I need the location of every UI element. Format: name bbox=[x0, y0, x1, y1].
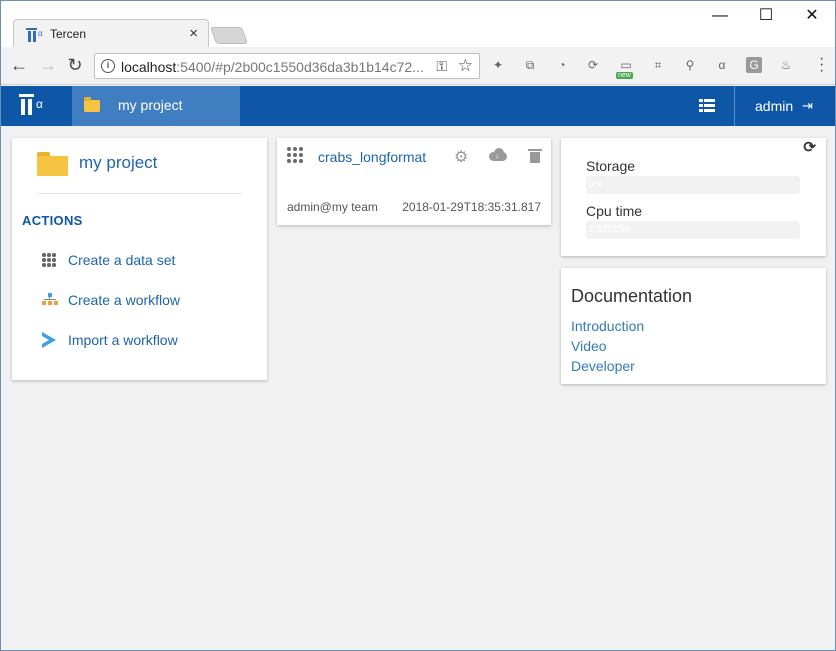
create-workflow-action[interactable]: Create a workflow bbox=[40, 289, 240, 311]
browser-menu-icon[interactable]: · · · bbox=[819, 51, 825, 79]
dataset-date: 2018-01-29T18:35:31.817 bbox=[402, 200, 541, 214]
project-card: my project ACTIONS Create a data set Cre… bbox=[12, 138, 267, 380]
reload-icon[interactable]: ↻ bbox=[65, 55, 85, 76]
sync-extension-icon[interactable]: ⟳ bbox=[585, 57, 601, 73]
logout-icon[interactable]: ⇥ bbox=[802, 98, 813, 114]
close-window-button[interactable]: ✕ bbox=[789, 3, 835, 29]
usage-card: ⟳ Storage 0% Cpu time 1.32015e- bbox=[561, 138, 826, 256]
browser-window: α Tercen × — ☐ ✕ ← → ↻ i localhost:5400/… bbox=[0, 0, 836, 651]
cloud-download-icon[interactable]: ↓ bbox=[489, 148, 507, 161]
tercen-favicon-icon: α bbox=[26, 28, 43, 42]
screenshot-extension-icon[interactable]: ▭ bbox=[618, 57, 634, 73]
dataset-owner: admin@my team bbox=[287, 200, 378, 214]
documentation-title: Documentation bbox=[571, 286, 693, 306]
minimize-button[interactable]: — bbox=[697, 3, 743, 29]
bulb-extension-icon[interactable]: ♨ bbox=[778, 57, 794, 73]
documentation-card: Documentation Introduction Video Develop… bbox=[561, 268, 826, 384]
pdf-extension-icon[interactable]: ⧉ bbox=[522, 57, 538, 73]
trash-icon[interactable] bbox=[528, 149, 542, 163]
tab-title: Tercen bbox=[50, 27, 87, 41]
cpu-time-progress-bar: 1.32015e- bbox=[586, 221, 800, 239]
back-arrow-icon[interactable]: ← bbox=[9, 55, 29, 76]
chevron-right-icon bbox=[42, 332, 56, 348]
list-menu-icon[interactable] bbox=[699, 99, 715, 113]
new-tab-button[interactable] bbox=[209, 27, 249, 44]
search-extension-icon[interactable]: ⚲ bbox=[682, 57, 698, 73]
header-divider bbox=[734, 86, 735, 126]
breadcrumb-label: my project bbox=[118, 97, 183, 113]
storage-progress-bar: 0% bbox=[586, 176, 800, 194]
app-header: α my project admin ⇥ bbox=[1, 86, 835, 126]
tab-close-icon[interactable]: × bbox=[189, 25, 198, 42]
action-label: Create a workflow bbox=[68, 292, 181, 308]
folder-icon bbox=[84, 97, 100, 112]
storage-label: Storage bbox=[586, 158, 636, 174]
project-title[interactable]: my project bbox=[79, 153, 157, 173]
action-label: Create a data set bbox=[68, 252, 176, 268]
video-link[interactable]: Video bbox=[571, 338, 607, 354]
divider bbox=[37, 193, 242, 194]
breadcrumb[interactable]: my project bbox=[72, 86, 240, 126]
refresh-icon[interactable]: ⟳ bbox=[803, 138, 816, 156]
address-bar[interactable]: i localhost:5400/#p/2b00c1550d36da3b1b14… bbox=[94, 53, 480, 79]
actions-heading: ACTIONS bbox=[22, 213, 83, 228]
developer-link[interactable]: Developer bbox=[571, 358, 635, 374]
key-icon[interactable]: ⚿ bbox=[436, 58, 447, 75]
url-text: localhost:5400/#p/2b00c1550d36da3b1b14c7… bbox=[121, 59, 424, 75]
user-menu[interactable]: admin bbox=[755, 98, 793, 114]
speedometer-icon[interactable]: ◔ bbox=[554, 57, 570, 73]
grid-icon bbox=[42, 253, 56, 267]
bookmark-star-icon[interactable]: ☆ bbox=[458, 56, 473, 76]
maximize-button[interactable]: ☐ bbox=[743, 3, 789, 29]
introduction-link[interactable]: Introduction bbox=[571, 318, 644, 334]
dataset-card: crabs_longformat ⚙ ↓ admin@my team 2018-… bbox=[277, 138, 551, 225]
g-extension-icon[interactable]: G bbox=[746, 57, 762, 73]
browser-toolbar: ← → ↻ i localhost:5400/#p/2b00c1550d36da… bbox=[1, 47, 835, 85]
extension-icon[interactable]: ✦ bbox=[490, 57, 506, 73]
new-badge: new bbox=[616, 72, 633, 79]
storage-value: 0% bbox=[588, 179, 603, 190]
action-label: Import a workflow bbox=[68, 332, 178, 348]
cpu-time-value: 1.32015e- bbox=[588, 224, 634, 235]
dataset-name-link[interactable]: crabs_longformat bbox=[318, 149, 426, 165]
workflow-tree-icon bbox=[42, 293, 58, 307]
browser-tab[interactable]: α Tercen × bbox=[13, 19, 209, 48]
alpha-extension-icon[interactable]: α bbox=[714, 57, 730, 73]
folder-icon bbox=[37, 152, 68, 176]
create-dataset-action[interactable]: Create a data set bbox=[40, 249, 240, 271]
crop-extension-icon[interactable]: ⌗ bbox=[650, 57, 666, 73]
dataset-grid-icon bbox=[287, 147, 303, 163]
gear-icon[interactable]: ⚙ bbox=[454, 147, 468, 167]
title-bar: α Tercen × — ☐ ✕ bbox=[1, 1, 835, 48]
tercen-logo-icon[interactable]: α bbox=[19, 94, 49, 118]
cpu-time-label: Cpu time bbox=[586, 203, 643, 219]
import-workflow-action[interactable]: Import a workflow bbox=[40, 329, 240, 351]
info-icon[interactable]: i bbox=[101, 59, 115, 73]
forward-arrow-icon[interactable]: → bbox=[38, 55, 58, 76]
